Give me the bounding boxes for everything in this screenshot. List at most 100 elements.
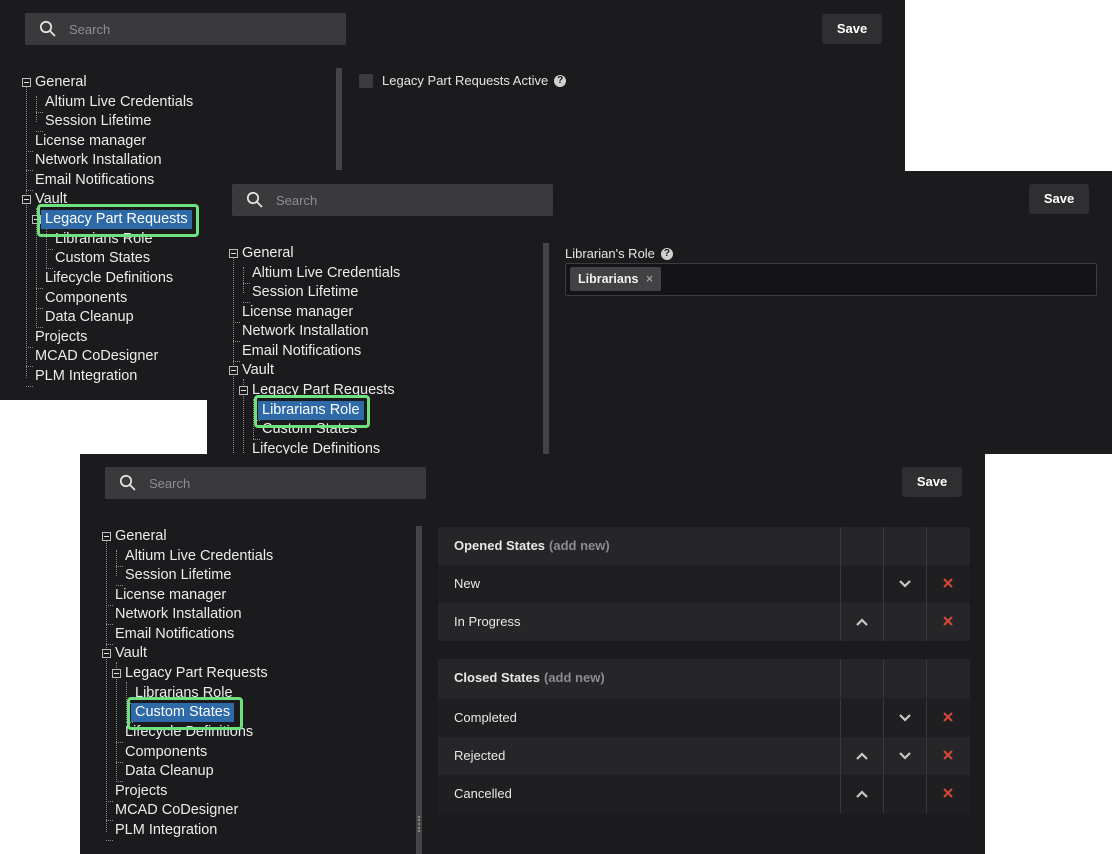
tree-item-altium-live-credentials[interactable]: Altium Live Credentials (125, 547, 273, 566)
librarians-tag: Librarians × (570, 267, 662, 291)
search-box[interactable]: Search (232, 184, 553, 216)
tree-item-altium-live-credentials[interactable]: Altium Live Credentials (45, 93, 193, 112)
move-up-icon[interactable] (855, 749, 869, 763)
collapse-icon[interactable] (239, 386, 248, 395)
tree-item-data-cleanup[interactable]: Data Cleanup (125, 762, 214, 781)
legacy-active-label: Legacy Part Requests Active? (382, 73, 567, 88)
delete-icon[interactable] (942, 787, 954, 799)
tree-item-altium-live-credentials[interactable]: Altium Live Credentials (252, 264, 400, 283)
tree-item-projects[interactable]: Projects (35, 328, 87, 347)
tree-item-plm-integration[interactable]: PLM Integration (115, 821, 217, 840)
tree-item-license-manager[interactable]: License manager (242, 303, 353, 322)
closed-states-title: Closed States (454, 670, 540, 685)
tree-item-email-notifications[interactable]: Email Notifications (35, 171, 154, 190)
delete-icon[interactable] (942, 615, 954, 627)
search-placeholder: Search (276, 193, 318, 208)
tree-item-email-notifications[interactable]: Email Notifications (242, 342, 361, 361)
tree-item-data-cleanup[interactable]: Data Cleanup (45, 308, 134, 327)
pane-splitter[interactable] (336, 68, 342, 170)
save-button[interactable]: Save (902, 467, 962, 497)
move-down-icon[interactable] (898, 711, 912, 725)
state-name: Rejected (454, 748, 506, 763)
table-row: Cancelled (438, 775, 970, 813)
delete-icon[interactable] (942, 749, 954, 761)
legacy-active-checkbox[interactable] (359, 74, 373, 88)
collapse-icon[interactable] (102, 649, 111, 658)
table-row: New (438, 565, 970, 603)
tree-item-network-installation[interactable]: Network Installation (115, 605, 242, 624)
delete-icon[interactable] (942, 711, 954, 723)
state-name: Completed (454, 710, 517, 725)
state-name: Cancelled (454, 786, 512, 801)
search-box[interactable]: Search (25, 13, 346, 45)
state-name: New (454, 576, 481, 591)
opened-states-title: Opened States (454, 538, 546, 553)
librarians-role-label: Librarian's Role? (565, 246, 673, 261)
search-icon (119, 474, 136, 491)
opened-states-table: Opened States (add new) New In Progress (438, 527, 970, 641)
tree-item-components[interactable]: Components (45, 289, 127, 308)
selection-highlight (254, 395, 370, 428)
tree-item-custom-states[interactable]: Custom States (55, 249, 150, 268)
collapse-icon[interactable] (22, 78, 31, 87)
search-placeholder: Search (69, 22, 111, 37)
tree-item-network-installation[interactable]: Network Installation (35, 151, 162, 170)
splitter-grip-icon (418, 816, 422, 832)
tree-item-general[interactable]: General (242, 244, 294, 263)
search-icon (39, 20, 56, 37)
search-icon (246, 191, 263, 208)
tree-item-session-lifetime[interactable]: Session Lifetime (252, 283, 358, 302)
table-row: Completed (438, 699, 970, 737)
tree-item-session-lifetime[interactable]: Session Lifetime (125, 566, 231, 585)
tree-item-session-lifetime[interactable]: Session Lifetime (45, 112, 151, 131)
librarians-role-field[interactable]: Librarians × (565, 263, 1097, 296)
remove-tag-icon[interactable]: × (646, 272, 653, 286)
collapse-icon[interactable] (22, 195, 31, 204)
add-new-link[interactable]: (add new) (549, 538, 610, 553)
search-box[interactable]: Search (105, 467, 426, 499)
tree-item-email-notifications[interactable]: Email Notifications (115, 625, 234, 644)
collapse-icon[interactable] (112, 669, 121, 678)
tree-item-license-manager[interactable]: License manager (115, 586, 226, 605)
delete-icon[interactable] (942, 577, 954, 589)
pane-splitter[interactable] (416, 526, 422, 854)
tree-item-network-installation[interactable]: Network Installation (242, 322, 369, 341)
pane-splitter[interactable] (543, 243, 549, 454)
tree-item-general[interactable]: General (35, 73, 87, 92)
table-row: In Progress (438, 603, 970, 641)
collapse-icon[interactable] (102, 532, 111, 541)
settings-panel-2: Search Save General Altium Live Credenti… (207, 171, 1112, 454)
help-icon[interactable]: ? (660, 248, 673, 260)
settings-panel-3: Search Save General Altium Live Credenti… (80, 454, 985, 854)
tree-item-mcad-codesigner[interactable]: MCAD CoDesigner (35, 347, 158, 366)
tree-item-license-manager[interactable]: License manager (35, 132, 146, 151)
collapse-icon[interactable] (229, 249, 238, 258)
move-up-icon[interactable] (855, 787, 869, 801)
save-button[interactable]: Save (822, 14, 882, 44)
tree-item-plm-integration[interactable]: PLM Integration (35, 367, 137, 386)
save-button[interactable]: Save (1029, 184, 1089, 214)
selection-highlight (127, 697, 243, 730)
tree-item-components[interactable]: Components (125, 743, 207, 762)
move-down-icon[interactable] (898, 749, 912, 763)
tree-item-vault[interactable]: Vault (242, 361, 274, 380)
opened-states-header: Opened States (add new) (438, 527, 970, 565)
tree-item-lifecycle-definitions[interactable]: Lifecycle Definitions (45, 269, 173, 288)
tree-item-legacy-part-requests[interactable]: Legacy Part Requests (125, 664, 268, 683)
tree-item-vault[interactable]: Vault (115, 644, 147, 663)
move-down-icon[interactable] (898, 577, 912, 591)
search-placeholder: Search (149, 476, 191, 491)
tree-item-mcad-codesigner[interactable]: MCAD CoDesigner (115, 801, 238, 820)
tree-item-general[interactable]: General (115, 527, 167, 546)
closed-states-table: Closed States (add new) Completed Rejecte… (438, 659, 970, 813)
tree-item-projects[interactable]: Projects (115, 782, 167, 801)
collapse-icon[interactable] (229, 366, 238, 375)
state-name: In Progress (454, 614, 521, 629)
move-up-icon[interactable] (855, 615, 869, 629)
add-new-link[interactable]: (add new) (544, 670, 605, 685)
selection-highlight (37, 204, 199, 237)
closed-states-header: Closed States (add new) (438, 659, 970, 697)
table-row: Rejected (438, 737, 970, 775)
tree-item-lifecycle-definitions[interactable]: Lifecycle Definitions (252, 440, 380, 454)
help-icon[interactable]: ? (554, 75, 567, 87)
